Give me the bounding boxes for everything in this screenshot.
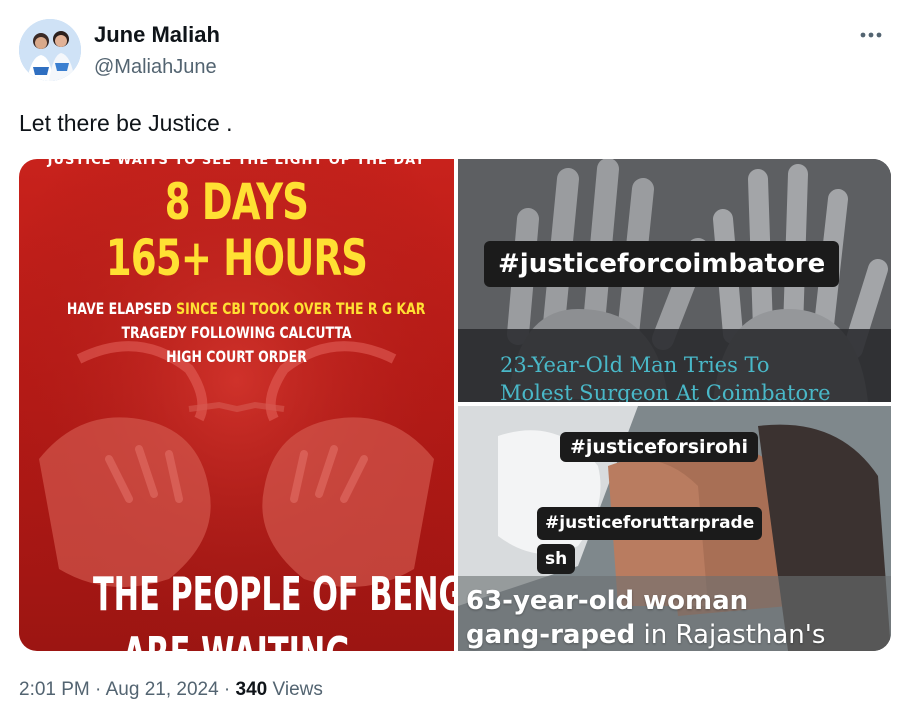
poster-hours: 165+ HOURS — [105, 229, 368, 287]
poster-detail-line-3: HIGH COURT ORDER — [166, 347, 307, 366]
poster-top-strip: JUSTICE WAITS TO SEE THE LIGHT OF THE DA… — [47, 159, 426, 168]
poster-detail-line-2: TRAGEDY FOLLOWING CALCUTTA — [121, 323, 352, 342]
tweet-time[interactable]: 2:01 PM — [19, 679, 90, 700]
hashtag-sirohi[interactable]: #justiceforsirohi — [560, 432, 758, 462]
views-count[interactable]: 340 — [236, 679, 268, 700]
more-options-button[interactable] — [856, 20, 886, 50]
media-grid: JUSTICE WAITS TO SEE THE LIGHT OF THE DA… — [19, 159, 891, 651]
tweet-card: June Maliah @MaliahJune Let there be Jus… — [0, 0, 900, 705]
hashtag-uttarpradesh-wrap[interactable]: sh — [537, 544, 576, 574]
poster-bottom-line-2: ARE WAITING — [93, 627, 380, 651]
more-options-icon — [860, 32, 882, 38]
meta-separator-2: · — [218, 679, 236, 700]
media-image-top-right[interactable]: #justiceforcoimbatore 23-Year-Old Man Tr… — [458, 159, 891, 402]
author-handle[interactable]: @MaliahJune — [94, 56, 217, 79]
poster-days: 8 DAYS — [164, 173, 309, 231]
hashtag-uttarpradesh[interactable]: #justiceforuttarprade — [537, 507, 763, 540]
avatar-photo-icon — [19, 19, 81, 81]
meta-separator: · — [89, 679, 106, 700]
poster-bottom-line-1: THE PEOPLE OF BENGAL — [92, 567, 454, 621]
avatar[interactable] — [19, 19, 81, 81]
media-image-left[interactable]: JUSTICE WAITS TO SEE THE LIGHT OF THE DA… — [19, 159, 454, 651]
poster-detail-line-1: HAVE ELAPSED SINCE CBI TOOK OVER THE R G… — [66, 299, 426, 318]
tweet-text: Let there be Justice . — [19, 110, 233, 136]
views-label: Views — [267, 679, 323, 700]
media-image-bottom-right[interactable]: #justiceforsirohi #justiceforuttarprade … — [458, 406, 891, 651]
hashtag-coimbatore[interactable]: #justiceforcoimbatore — [484, 241, 840, 287]
tweet-meta: 2:01 PM · Aug 21, 2024 · 340 Views — [19, 679, 323, 701]
headline-top-right: 23-Year-Old Man Tries To Molest Surgeon … — [500, 353, 831, 402]
author-name[interactable]: June Maliah — [94, 22, 220, 48]
headline-bottom-right: 63-year-old woman gang-raped in Rajastha… — [466, 586, 826, 650]
tweet-date[interactable]: Aug 21, 2024 — [106, 679, 219, 700]
